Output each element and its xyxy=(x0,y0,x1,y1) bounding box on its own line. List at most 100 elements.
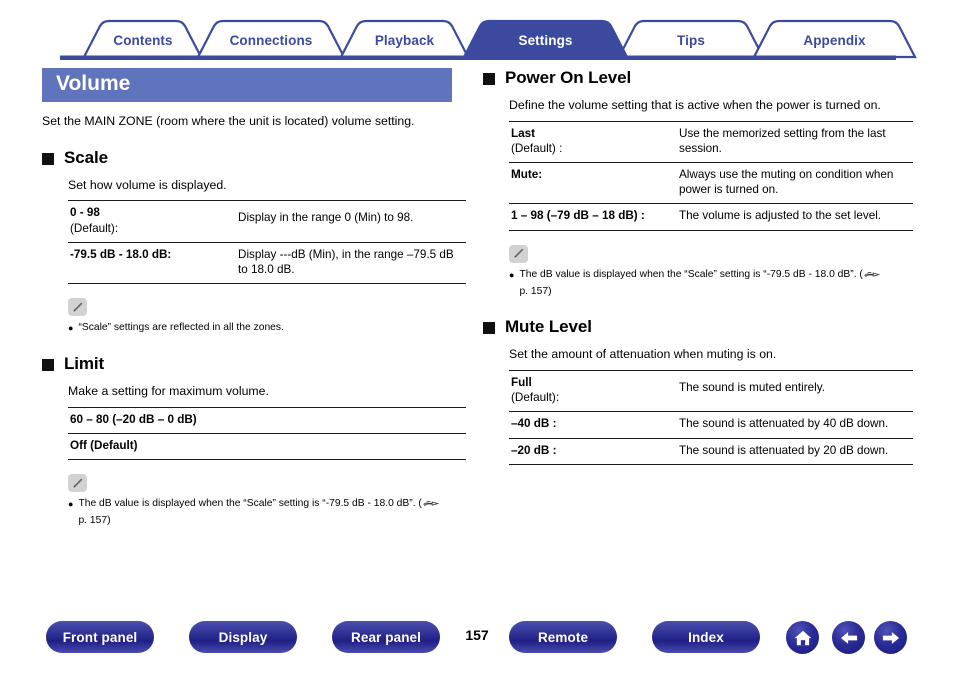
page-reference-hand-icon xyxy=(864,270,881,285)
pencil-note-icon xyxy=(68,298,87,317)
scale-row-0-value: Display in the range 0 (Min) to 98. xyxy=(232,200,466,243)
section-mute-level-desc: Set the amount of attenuation when mutin… xyxy=(509,347,777,362)
pencil-note-icon xyxy=(509,244,528,263)
scale-note-body: “Scale” settings are reflected in all th… xyxy=(78,322,284,334)
page-reference-hand-icon xyxy=(423,499,440,514)
page-intro: Set the MAIN ZONE (room where the unit i… xyxy=(42,114,415,129)
tab-tips[interactable]: Tips xyxy=(619,33,763,48)
page-title: Volume xyxy=(42,68,452,103)
section-scale-desc: Set how volume is displayed. xyxy=(68,177,227,192)
bullet-icon: ● xyxy=(509,269,515,280)
pencil-icon xyxy=(73,478,83,488)
pol-row-0-key-sub: (Default) : xyxy=(511,141,563,155)
mute-row-1-key: –40 dB : xyxy=(509,411,673,439)
scale-table: 0 - 98 (Default): Display in the range 0… xyxy=(68,200,466,285)
table-row: –40 dB : The sound is attenuated by 40 d… xyxy=(509,411,913,439)
table-row: Mute: Always use the muting on condition… xyxy=(509,161,913,204)
scale-row-1-key: -79.5 dB - 18.0 dB: xyxy=(68,241,232,285)
section-scale: Scale Set how volume is displayed. 0 - 9… xyxy=(42,148,466,337)
page-number: 157 xyxy=(465,627,489,643)
display-button[interactable]: Display xyxy=(189,621,297,653)
section-power-on-level-title: Power On Level xyxy=(505,68,632,87)
mute-row-2-value: The sound is attenuated by 20 dB down. xyxy=(673,437,913,465)
limit-row-1-sub: (Default) xyxy=(86,439,138,453)
home-button[interactable] xyxy=(786,621,819,654)
mute-row-1-key-main: –40 dB : xyxy=(511,417,557,431)
pol-note-body: The dB value is displayed when the “Scal… xyxy=(519,268,889,300)
scale-note: ● “Scale” settings are reflected in all … xyxy=(68,298,466,336)
pol-row-0-key: Last (Default) : xyxy=(509,120,673,163)
mute-level-table: Full (Default): The sound is muted entir… xyxy=(509,370,913,465)
tab-connections[interactable]: Connections xyxy=(198,33,344,48)
scale-note-text: ● “Scale” settings are reflected in all … xyxy=(68,321,448,336)
section-power-on-level: Power On Level Define the volume setting… xyxy=(483,68,913,300)
section-power-on-level-desc: Define the volume setting that is active… xyxy=(509,98,881,112)
forward-button[interactable] xyxy=(874,621,907,654)
section-limit-title: Limit xyxy=(64,354,105,374)
mute-row-0-key-sub: (Default): xyxy=(511,391,560,405)
pol-note-pre: The dB value is displayed when the “Scal… xyxy=(519,268,863,280)
tab-appendix[interactable]: Appendix xyxy=(754,33,915,48)
pol-row-2-key-main: 1 – 98 (–79 dB – 18 dB) : xyxy=(511,209,645,223)
rear-panel-button[interactable]: Rear panel xyxy=(332,621,440,653)
table-row: –20 dB : The sound is attenuated by 20 d… xyxy=(509,437,913,465)
arrow-right-icon xyxy=(882,631,899,644)
mute-row-1-value: The sound is attenuated by 40 dB down. xyxy=(673,411,913,439)
scale-row-1-value: Display ---dB (Min), in the range –79.5 … xyxy=(232,241,466,285)
tab-bar: Contents Connections Playback Settings T… xyxy=(0,0,954,68)
footer-nav: Front panel Display Rear panel 157 Remot… xyxy=(0,603,954,673)
index-button[interactable]: Index xyxy=(652,621,760,653)
remote-button[interactable]: Remote xyxy=(509,621,617,653)
pol-row-0-value: Use the memorized setting from the last … xyxy=(673,120,913,163)
mute-row-0-key-main: Full xyxy=(511,376,532,390)
left-column: Volume Set the MAIN ZONE (room where the… xyxy=(42,68,466,529)
scale-row-0-key-main: 0 - 98 xyxy=(70,206,100,220)
power-on-level-note: ● The dB value is displayed when the “Sc… xyxy=(509,244,911,300)
limit-note-post: p. 157) xyxy=(78,515,111,527)
limit-note-pre: The dB value is displayed when the “Scal… xyxy=(78,498,422,510)
scale-row-1-key-main: -79.5 dB - 18.0 dB: xyxy=(70,247,172,261)
pencil-icon xyxy=(73,302,83,312)
scale-row-0-key: 0 - 98 (Default): xyxy=(68,200,232,243)
tab-playback[interactable]: Playback xyxy=(341,33,468,48)
section-scale-head: Scale xyxy=(42,148,466,168)
power-on-level-note-text: ● The dB value is displayed when the “Sc… xyxy=(509,268,889,300)
front-panel-button[interactable]: Front panel xyxy=(46,621,154,653)
section-limit: Limit Make a setting for maximum volume.… xyxy=(42,354,466,529)
pol-row-0-key-main: Last xyxy=(511,126,536,140)
section-mute-level-head: Mute Level xyxy=(483,317,911,337)
section-marker-icon xyxy=(483,73,495,85)
mute-row-0-key: Full (Default): xyxy=(509,370,673,412)
limit-note-body: The dB value is displayed when the “Scal… xyxy=(78,497,448,529)
tab-settings[interactable]: Settings xyxy=(464,33,627,48)
table-row: 0 - 98 (Default): Display in the range 0… xyxy=(68,200,466,243)
pencil-note-icon xyxy=(68,474,87,493)
pol-row-1-value: Always use the muting on condition when … xyxy=(673,161,913,204)
pencil-icon xyxy=(514,248,524,258)
section-limit-head: Limit xyxy=(42,354,466,374)
limit-table: 60 – 80 (–20 dB – 0 dB) Off (Default) xyxy=(68,407,466,461)
section-marker-icon xyxy=(42,359,54,372)
section-mute-level: Mute Level Set the amount of attenuation… xyxy=(483,317,913,465)
limit-row-0-main: 60 – 80 (–20 dB – 0 dB) xyxy=(70,413,197,427)
table-row: Full (Default): The sound is muted entir… xyxy=(509,370,913,412)
pol-row-2-key: 1 – 98 (–79 dB – 18 dB) : xyxy=(509,203,673,231)
right-column: Power On Level Define the volume setting… xyxy=(483,68,913,465)
home-icon xyxy=(794,630,811,645)
table-row: 1 – 98 (–79 dB – 18 dB) : The volume is … xyxy=(509,203,913,231)
mute-row-2-key: –20 dB : xyxy=(509,437,673,465)
section-power-on-level-head: Power On Level xyxy=(483,68,911,88)
table-row: Last (Default) : Use the memorized setti… xyxy=(509,120,913,163)
section-marker-icon xyxy=(483,322,495,335)
power-on-level-table: Last (Default) : Use the memorized setti… xyxy=(509,120,913,231)
section-marker-icon xyxy=(42,152,54,165)
limit-row-1: Off (Default) xyxy=(68,433,466,461)
back-button[interactable] xyxy=(832,621,865,654)
tab-contents[interactable]: Contents xyxy=(84,33,202,48)
mute-row-2-key-main: –20 dB : xyxy=(511,443,557,457)
arrow-left-icon xyxy=(840,631,857,644)
pol-row-1-key-main: Mute: xyxy=(511,168,543,181)
bullet-icon: ● xyxy=(68,323,74,334)
limit-row-1-main: Off xyxy=(70,439,87,453)
limit-row-0: 60 – 80 (–20 dB – 0 dB) xyxy=(68,407,466,434)
